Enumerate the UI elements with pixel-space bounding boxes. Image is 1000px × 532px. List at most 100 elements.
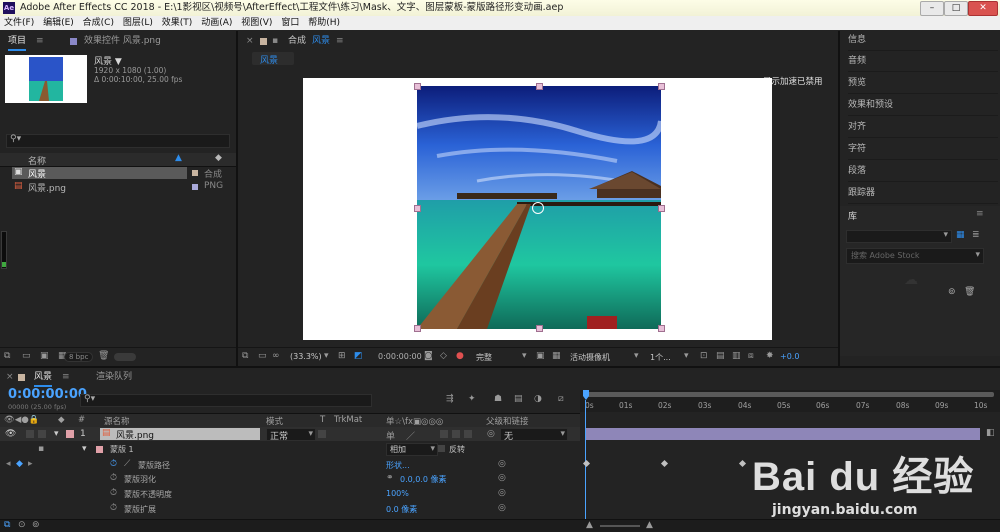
list-view-icon[interactable]: ≣ [972, 230, 980, 240]
tab-render-queue[interactable]: 渲染队列 [96, 369, 132, 385]
tab-effect-controls[interactable]: 效果控件 风景.png [84, 33, 161, 49]
stopwatch-icon[interactable]: ⏱ [110, 488, 117, 498]
solo-box[interactable] [26, 430, 34, 438]
chevron-down-icon[interactable]: ▾ [82, 444, 87, 454]
menu-edit[interactable]: 编辑(E) [43, 18, 74, 28]
parent-dropdown[interactable]: 无 ▾ [500, 428, 568, 442]
chevron-down-icon[interactable]: ▾ [54, 429, 59, 439]
menu-file[interactable]: 文件(F) [4, 18, 34, 28]
panel-audio[interactable]: 音频 [848, 52, 998, 72]
comp-flowchart-icon[interactable]: ⇶ [446, 394, 454, 404]
zoom-slider[interactable] [600, 525, 640, 527]
layer-switches-icon[interactable]: ⧉ [4, 520, 10, 530]
bpc-button[interactable]: 8 bpc [64, 352, 94, 362]
zoom-out-icon[interactable]: ▲ [586, 520, 593, 530]
zoom-in-icon[interactable]: ▲ [646, 520, 653, 530]
eye-icon[interactable]: 👁 [5, 429, 16, 439]
panel-paragraph[interactable]: 段落 [848, 162, 998, 182]
library-label[interactable]: 库 [848, 209, 857, 222]
interpret-footage-icon[interactable]: ⧉ [4, 351, 10, 361]
col-mode[interactable]: 模式 [266, 415, 283, 427]
menu-window[interactable]: 窗口 [281, 18, 299, 28]
av-switches-icon[interactable]: 👁◀●🔒 [4, 415, 39, 425]
panel-preview[interactable]: 预览 [848, 74, 998, 94]
mask-vertex-handle[interactable] [414, 325, 421, 332]
flowchart-icon[interactable]: ⧈ [748, 351, 754, 361]
switch-box[interactable] [464, 430, 472, 438]
mask-feather-value[interactable]: 0.0,0.0 像素 [400, 474, 447, 485]
menu-view[interactable]: 视图(V) [241, 18, 272, 28]
mask-name[interactable]: 蒙版 1 [110, 444, 134, 455]
draft-3d-icon[interactable]: ✦ [468, 394, 476, 404]
label-column-icon[interactable]: ◆ [58, 415, 65, 425]
keyframe-nav-next-icon[interactable]: ▸ [28, 459, 33, 469]
quality-dropdown[interactable]: 完整 [476, 352, 492, 363]
comp-timecode[interactable]: 0:00:00:00 [378, 352, 422, 361]
menu-layer[interactable]: 图层(L) [123, 18, 153, 28]
exposure-value[interactable]: +0.0 [780, 352, 799, 361]
mask-expansion-value[interactable]: 0.0 像素 [386, 504, 417, 515]
switch-box[interactable] [452, 430, 460, 438]
close-tab-icon[interactable]: × [6, 369, 14, 385]
col-source-name[interactable]: 源名称 [104, 415, 130, 427]
transparency-grid-icon[interactable]: ▦ [552, 351, 561, 361]
work-area-bar[interactable] [584, 392, 994, 397]
mask-vertex-handle[interactable] [414, 83, 421, 90]
mask-path-value[interactable]: 形状... [386, 460, 410, 471]
panel-menu-icon[interactable]: ≡ [36, 33, 44, 49]
trash-icon[interactable]: 🗑 [98, 351, 109, 361]
col-switches[interactable]: 单☆\fx▣◎◎◎ [386, 415, 443, 427]
mask-vertex-handle[interactable] [658, 325, 665, 332]
motion-blur-icon[interactable]: ◑ [534, 394, 542, 404]
stopwatch-icon[interactable]: ⏱ [110, 473, 117, 483]
scroll-indicator[interactable] [1, 231, 7, 269]
chevron-down-icon[interactable]: ▾ [324, 351, 329, 361]
chevron-down-icon[interactable]: ▾ [522, 351, 527, 361]
lock-box[interactable]: ▪ [38, 444, 44, 454]
mask-vertex-handle[interactable] [414, 205, 421, 212]
panel-menu-icon[interactable]: ≡ [336, 33, 344, 49]
project-item-comp[interactable]: ▣ 风景 [12, 167, 187, 180]
comp-breadcrumb[interactable]: 风景 [252, 52, 294, 66]
toggle-switch[interactable] [114, 353, 136, 361]
pickwhip-icon[interactable]: ◎ [498, 503, 506, 513]
timeline-timecode[interactable]: 0:00:00:00 [8, 387, 87, 402]
switch-box[interactable] [440, 430, 448, 438]
stopwatch-icon[interactable]: ⏱ [110, 503, 117, 513]
panel-effects-presets[interactable]: 效果和预设 [848, 96, 998, 116]
invert-checkbox[interactable] [438, 445, 445, 452]
maximize-button[interactable]: □ [944, 1, 968, 16]
camera-icon[interactable]: ◙ [424, 351, 433, 361]
zoom-dropdown[interactable]: (33.3%) [290, 352, 322, 361]
menu-animation[interactable]: 动画(A) [201, 18, 232, 28]
color-channel-icon[interactable]: ● [456, 351, 464, 361]
keyframe-nav-prev-icon[interactable]: ◂ [6, 459, 11, 469]
graph-editor-icon[interactable]: ⧄ [558, 394, 564, 404]
label-tag-icon[interactable]: ◆ [215, 153, 222, 163]
mask-vertex-handle[interactable] [536, 83, 543, 90]
mask-visibility-icon[interactable]: ◩ [354, 351, 363, 361]
panel-character[interactable]: 字符 [848, 140, 998, 160]
tab-project[interactable]: 项目 [8, 33, 27, 51]
preserve-transparency-box[interactable] [318, 430, 326, 438]
lock-icon[interactable]: ▪ [272, 33, 278, 49]
col-number[interactable]: # [78, 415, 85, 425]
panel-tracker[interactable]: 跟踪器 [848, 184, 998, 204]
mask-color-swatch[interactable] [96, 446, 103, 453]
close-tab-icon[interactable]: × [246, 33, 254, 49]
region-of-interest-icon[interactable]: ▣ [536, 351, 545, 361]
comp-tab-label[interactable]: 合成 [288, 33, 306, 49]
grid-icon[interactable]: ⊞ [338, 351, 346, 361]
panel-menu-icon[interactable]: ≡ [976, 209, 984, 219]
monitor-icon[interactable]: ▭ [258, 351, 267, 361]
library-dropdown[interactable]: ▾ [846, 230, 952, 243]
menu-composition[interactable]: 合成(C) [83, 18, 114, 28]
link-icon[interactable]: ⚭ [386, 473, 394, 483]
sort-up-icon[interactable]: ▲ [175, 153, 182, 163]
chevron-down-icon[interactable]: ▾ [684, 351, 689, 361]
pickwhip-icon[interactable]: ◎ [498, 488, 506, 498]
channel-icon[interactable]: ◇ [440, 351, 447, 361]
col-parent[interactable]: 父级和链接 [486, 415, 529, 427]
mask-mode-dropdown[interactable]: 相加 ▾ [386, 443, 438, 456]
creative-cloud-icon[interactable]: ⊚ [948, 287, 956, 297]
